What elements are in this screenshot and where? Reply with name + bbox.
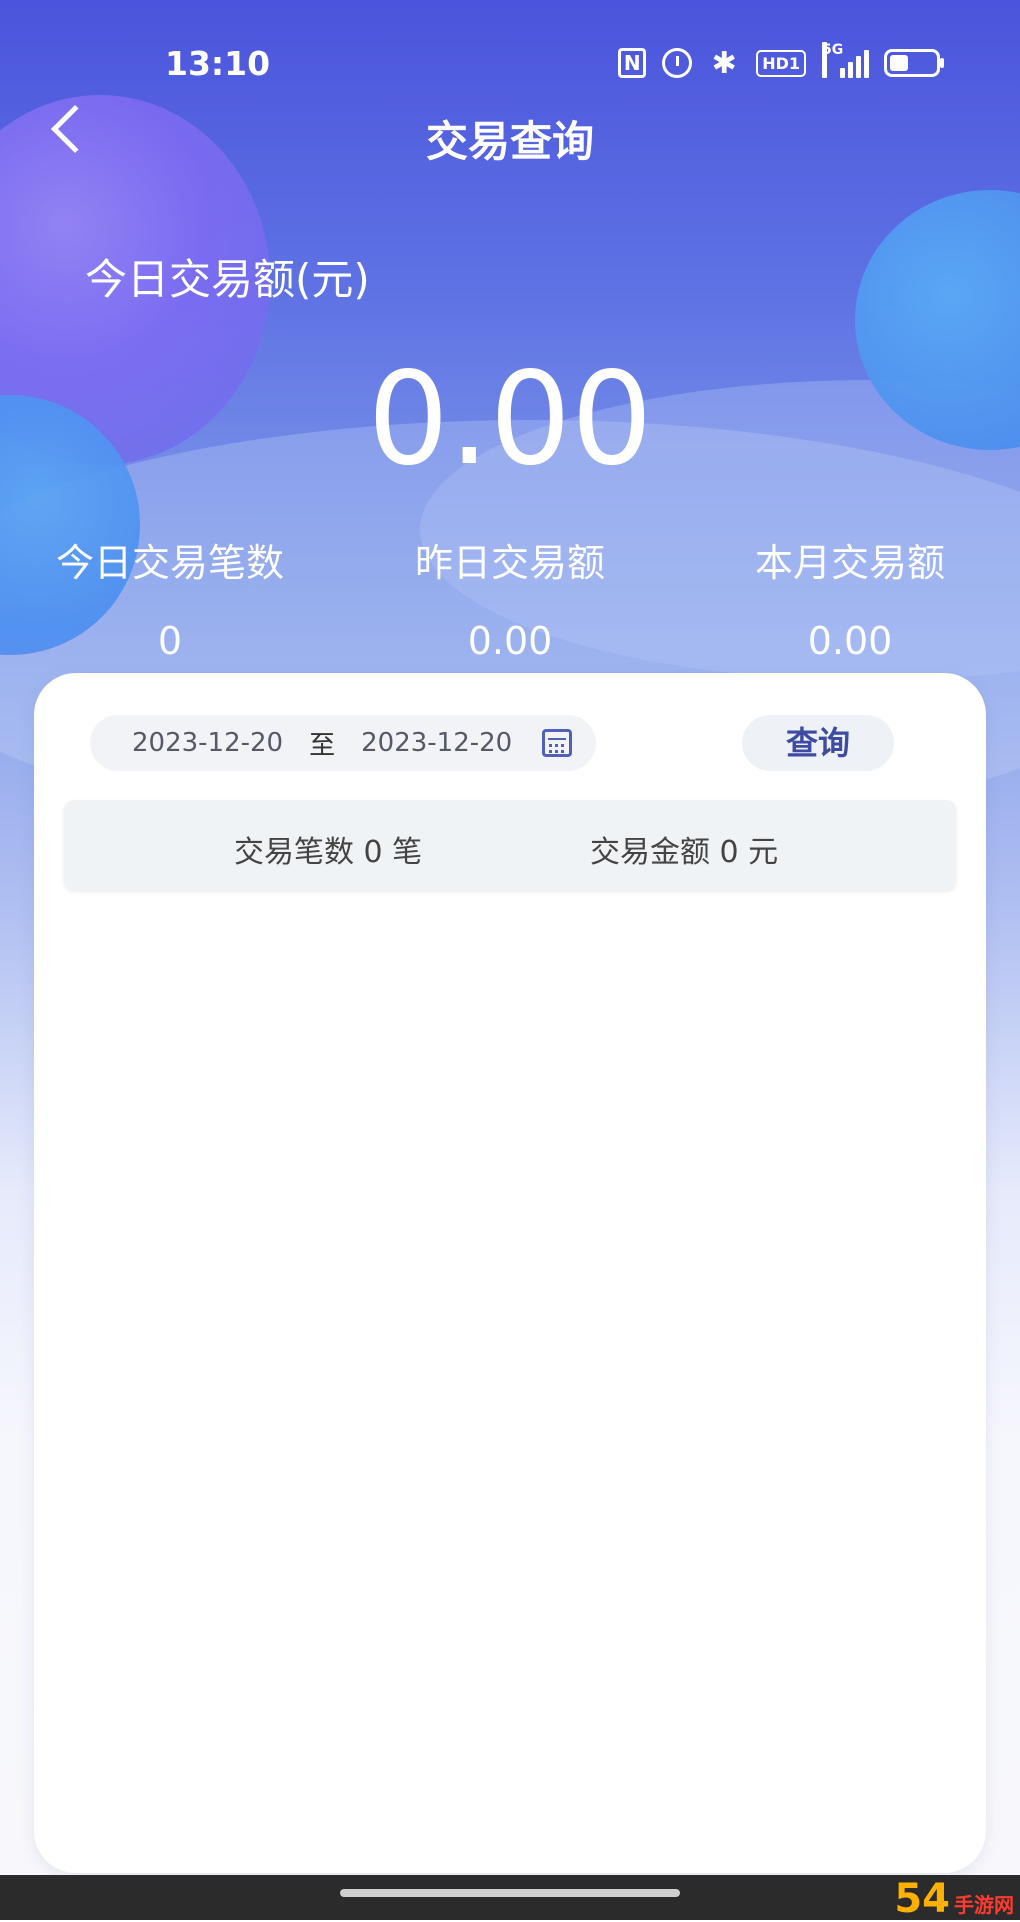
stat-month-amount: 本月交易额 0.00 <box>680 532 1020 663</box>
page-title: 交易查询 <box>425 117 594 166</box>
date-separator: 至 <box>309 730 336 761</box>
transaction-amount: 交易金额 0 元 <box>590 835 779 870</box>
stat-yesterday-amount: 昨日交易额 0.00 <box>340 532 680 663</box>
start-date[interactable]: 2023-12-20 <box>132 728 283 758</box>
date-range-picker[interactable]: 2023-12-20 至 2023-12-20 <box>90 715 596 771</box>
watermark-brand: 54 <box>894 1876 950 1922</box>
battery-icon <box>884 49 944 77</box>
calendar-icon[interactable] <box>542 729 573 757</box>
query-card: 2023-12-20 至 2023-12-20 查询 交易笔数 0 笔 交易金额… <box>34 673 986 1873</box>
stat-label: 本月交易额 <box>754 541 945 585</box>
stat-label: 今日交易笔数 <box>55 541 284 585</box>
transaction-count: 交易笔数 0 笔 <box>234 835 423 870</box>
stat-today-count: 今日交易笔数 0 <box>0 532 340 663</box>
today-amount-value: 0.00 <box>367 345 653 494</box>
signal-icon: 5G <box>822 42 869 80</box>
status-time: 13:10 <box>165 44 271 83</box>
network-type: 5G <box>822 42 843 78</box>
nfc-icon: N <box>618 48 647 78</box>
stat-value: 0.00 <box>467 619 553 663</box>
stat-value: 0 <box>157 619 183 663</box>
bluetooth-icon: ✱ <box>711 45 737 81</box>
query-button[interactable]: 查询 <box>742 715 894 771</box>
watermark-logo: 54 手游网 <box>894 1876 1014 1922</box>
stat-value: 0.00 <box>807 619 893 663</box>
watermark-suffix: 手游网 <box>954 1893 1014 1917</box>
status-icons: N ✱ HD1 5G <box>618 42 944 81</box>
result-summary: 交易笔数 0 笔 交易金额 0 元 <box>64 800 956 890</box>
end-date[interactable]: 2023-12-20 <box>361 728 512 758</box>
today-amount-label: 今日交易额(元) <box>85 255 370 304</box>
home-indicator[interactable] <box>340 1889 680 1897</box>
alarm-icon <box>662 48 693 78</box>
system-nav-bar <box>0 1875 1020 1920</box>
stat-label: 昨日交易额 <box>414 541 605 585</box>
hd-icon: HD1 <box>756 49 806 77</box>
